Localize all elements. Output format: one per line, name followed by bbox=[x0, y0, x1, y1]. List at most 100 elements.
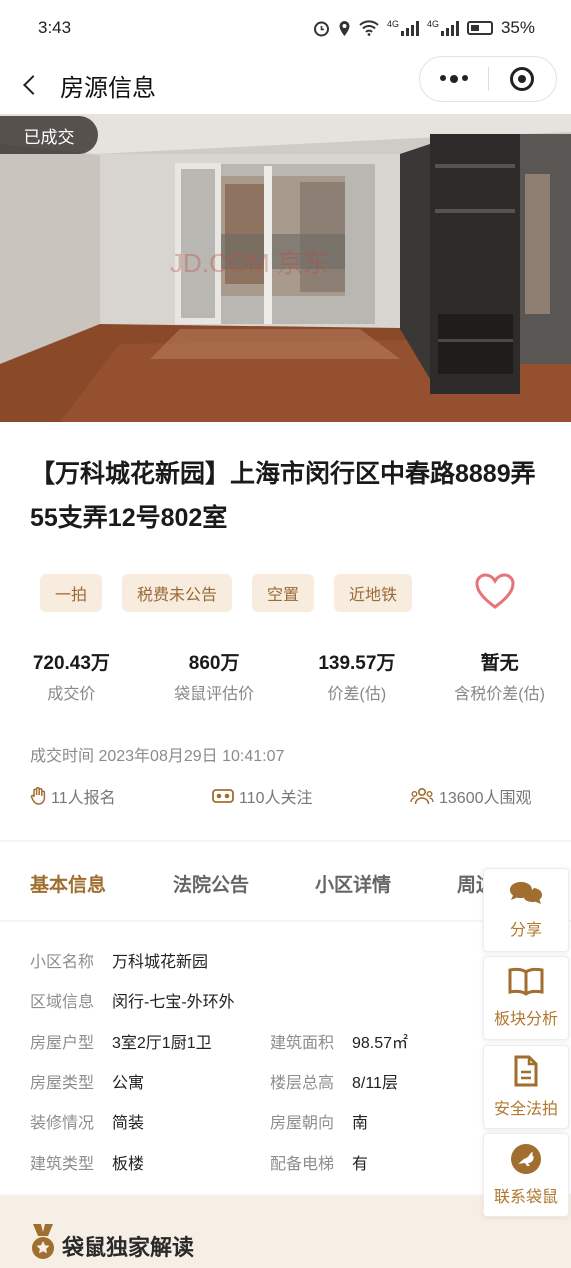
contact-kangaroo-button[interactable]: 联系袋鼠 bbox=[483, 1133, 569, 1217]
info-label: 配备电梯 bbox=[270, 1156, 335, 1173]
info-row-orientation: 房屋朝向南 bbox=[270, 1109, 368, 1133]
status-icons: 4G 4G 35% bbox=[313, 18, 535, 38]
followers-count: 110人关注 bbox=[239, 790, 313, 807]
listing-info-card: 【万科城花新园】上海市闵行区中春路8889弄55支弄12号802室 一拍 税费未… bbox=[0, 422, 571, 840]
stat-value: 860万 bbox=[188, 653, 240, 674]
side-button-label: 安全法拍 bbox=[493, 1101, 558, 1118]
tag-vacant: 空置 bbox=[252, 574, 315, 612]
stat-assessed-price: 860万 袋鼠评估价 bbox=[143, 648, 286, 704]
reading-title: 袋鼠独家解读 bbox=[62, 1235, 195, 1260]
network-label-1: 4G bbox=[386, 19, 399, 29]
battery-icon bbox=[466, 21, 493, 35]
room-photo-image: JD.COM 京东 bbox=[0, 114, 571, 422]
info-row-layout: 房屋户型 3室2厅1厨1卫 bbox=[30, 1029, 212, 1053]
tag-tax-status: 税费未公告 bbox=[122, 574, 233, 612]
photo-watermark: JD.COM 京东 bbox=[170, 248, 329, 278]
favorite-heart-icon[interactable] bbox=[474, 572, 516, 612]
book-icon bbox=[508, 967, 544, 996]
info-row-floor: 楼层总高 8/11层 bbox=[270, 1069, 398, 1093]
info-value: 闵行-七宝-外环外 bbox=[112, 994, 235, 1011]
info-label: 区域信息 bbox=[30, 994, 95, 1011]
stat-deal-price: 720.43万 成交价 bbox=[0, 648, 143, 704]
info-value: 南 bbox=[352, 1115, 369, 1132]
info-row-building: 建筑类型 板楼 bbox=[30, 1150, 144, 1174]
info-row-area: 建筑面积 98.57㎡ bbox=[270, 1029, 408, 1053]
more-menu-button[interactable] bbox=[420, 75, 488, 83]
alarm-icon bbox=[313, 21, 329, 36]
deal-status-badge: 已成交 bbox=[0, 116, 98, 154]
wifi-icon bbox=[359, 20, 379, 36]
info-value: 8/11层 bbox=[352, 1075, 398, 1092]
tag-auction-round: 一拍 bbox=[40, 574, 103, 612]
vr-goggles-icon bbox=[212, 789, 234, 803]
info-value: 万科城花新园 bbox=[112, 954, 209, 971]
stat-label: 袋鼠评估价 bbox=[174, 686, 255, 703]
deal-time: 成交时间 2023年08月29日 10:41:07 bbox=[30, 748, 285, 765]
listing-title: 【万科城花新园】上海市闵行区中春路8889弄55支弄12号802室 bbox=[30, 460, 536, 532]
status-bar: 3:43 4G 4G 35% bbox=[0, 0, 571, 56]
engagement-metrics: 11人报名 110人关注 13600人围观 bbox=[30, 784, 545, 808]
signal-icon-1 bbox=[400, 20, 419, 36]
info-label: 房屋朝向 bbox=[270, 1115, 335, 1132]
share-button[interactable]: 分享 bbox=[483, 868, 569, 952]
sector-analysis-button[interactable]: 板块分析 bbox=[483, 956, 569, 1040]
close-mini-program-button[interactable] bbox=[489, 67, 557, 91]
stat-label: 成交价 bbox=[47, 686, 96, 703]
target-icon bbox=[510, 67, 535, 91]
medal-icon bbox=[32, 1224, 54, 1259]
info-label: 小区名称 bbox=[30, 954, 95, 971]
nav-bar: 房源信息 bbox=[0, 56, 571, 114]
mini-program-capsule bbox=[419, 56, 557, 102]
info-row-elevator: 配备电梯有 bbox=[270, 1150, 368, 1174]
info-row-type: 房屋类型 公寓 bbox=[30, 1069, 144, 1093]
info-label: 楼层总高 bbox=[270, 1075, 335, 1092]
tab-court-notice[interactable]: 法院公告 bbox=[173, 870, 249, 897]
viewers-metric: 13600人围观 bbox=[410, 784, 532, 808]
side-button-label: 联系袋鼠 bbox=[493, 1189, 558, 1206]
info-label: 装修情况 bbox=[30, 1115, 95, 1132]
stat-value: 139.57万 bbox=[318, 653, 396, 674]
stat-label: 含税价差(估) bbox=[454, 686, 545, 703]
page: 3:43 4G 4G 35% 房源信息 JD.COM 京东 已成交 【万科城花新… bbox=[0, 0, 571, 1268]
info-label: 建筑面积 bbox=[270, 1035, 335, 1052]
side-button-label: 分享 bbox=[509, 922, 542, 939]
info-row-district: 区域信息 闵行-七宝-外环外 bbox=[30, 988, 235, 1012]
page-title: 房源信息 bbox=[60, 74, 156, 102]
back-button[interactable] bbox=[0, 56, 60, 114]
kangaroo-icon bbox=[511, 1144, 541, 1174]
stat-tax-inclusive-gap: 暂无 含税价差(估) bbox=[428, 648, 571, 704]
side-button-label: 板块分析 bbox=[493, 1011, 558, 1028]
stat-label: 价差(估) bbox=[327, 686, 387, 703]
stat-value: 720.43万 bbox=[32, 653, 110, 674]
info-row-decoration: 装修情况 简装 bbox=[30, 1109, 144, 1133]
chat-bubbles-icon bbox=[510, 882, 542, 904]
info-value: 简装 bbox=[112, 1115, 145, 1132]
stat-value: 暂无 bbox=[480, 653, 519, 674]
signups-count: 11人报名 bbox=[51, 790, 116, 807]
document-icon bbox=[514, 1055, 538, 1087]
signal-icon-2 bbox=[440, 20, 459, 36]
info-label: 建筑类型 bbox=[30, 1156, 95, 1173]
signups-metric: 11人报名 bbox=[30, 784, 116, 808]
safe-auction-button[interactable]: 安全法拍 bbox=[483, 1045, 569, 1129]
stat-price-gap: 139.57万 价差(估) bbox=[286, 648, 429, 704]
price-stats: 720.43万 成交价 860万 袋鼠评估价 139.57万 价差(估) 暂无 … bbox=[0, 648, 571, 704]
status-time: 3:43 bbox=[38, 18, 72, 37]
info-value: 板楼 bbox=[112, 1156, 145, 1173]
info-value: 3室2厅1厨1卫 bbox=[112, 1035, 212, 1052]
info-value: 公寓 bbox=[112, 1075, 145, 1092]
back-arrow-icon bbox=[23, 75, 43, 95]
property-photo[interactable]: JD.COM 京东 bbox=[0, 114, 571, 422]
info-row-community: 小区名称 万科城花新园 bbox=[30, 948, 208, 972]
network-label-2: 4G bbox=[426, 19, 439, 29]
people-group-icon bbox=[410, 787, 434, 805]
followers-metric: 110人关注 bbox=[212, 784, 313, 808]
tab-community-details[interactable]: 小区详情 bbox=[315, 870, 391, 897]
listing-tags: 一拍 税费未公告 空置 近地铁 bbox=[40, 574, 413, 612]
raised-hand-icon bbox=[30, 787, 46, 805]
battery-level: 35% bbox=[500, 18, 535, 37]
tab-basic-info[interactable]: 基本信息 bbox=[30, 870, 106, 897]
location-icon bbox=[339, 20, 350, 36]
info-label: 房屋户型 bbox=[30, 1035, 95, 1052]
info-value: 有 bbox=[352, 1156, 369, 1173]
